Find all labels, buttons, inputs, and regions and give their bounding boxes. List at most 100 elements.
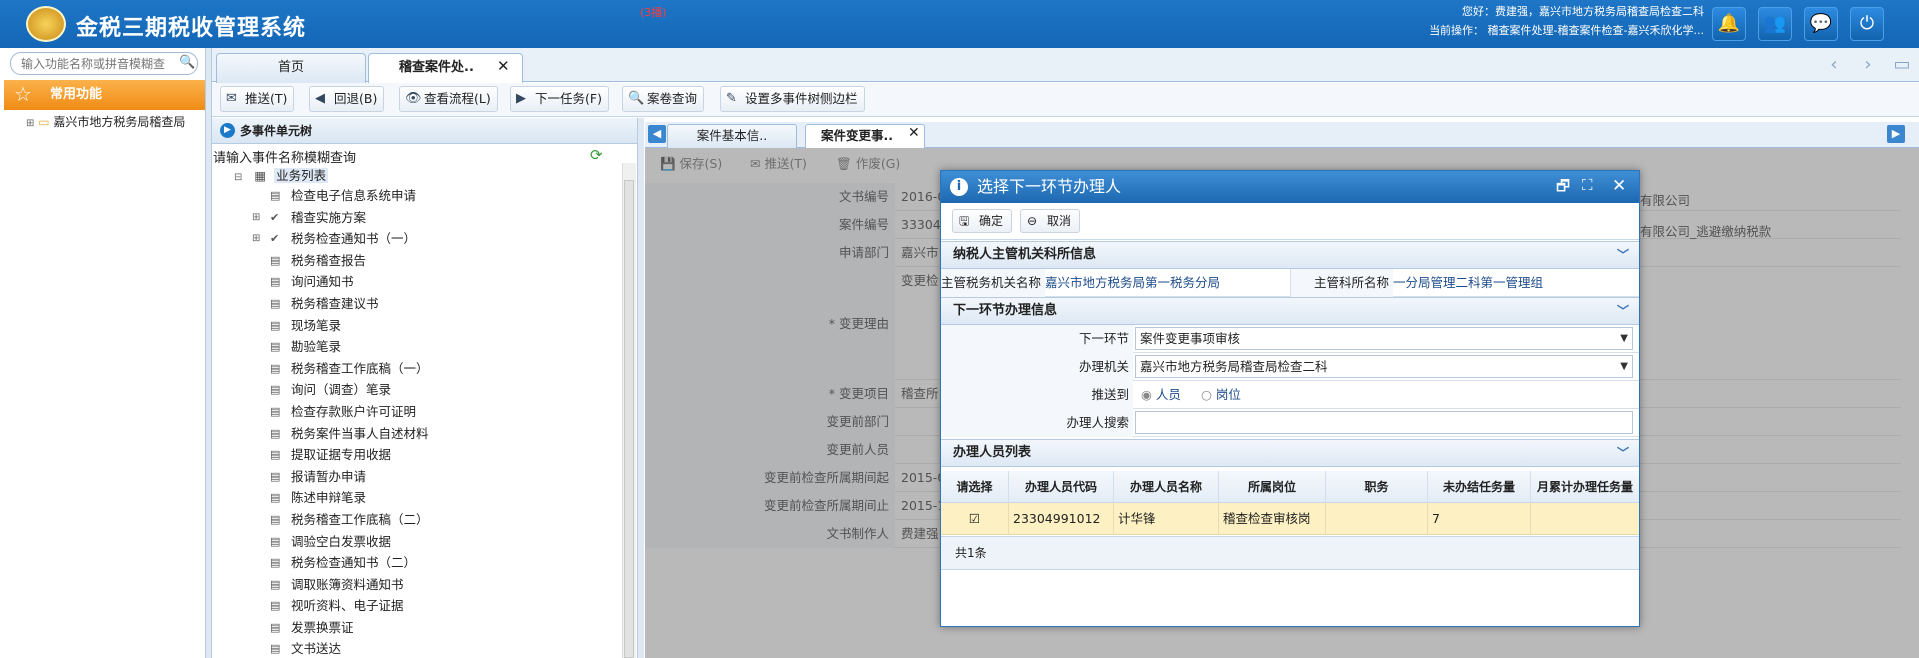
tree-item[interactable]: ▤ 检查电子信息系统申请 [236, 185, 606, 207]
tree-item-label: 报请暂办申请 [291, 468, 367, 484]
chevron-down-icon[interactable]: ﹀ [1617, 298, 1629, 324]
sub-tab-prev-icon[interactable]: ◀ [648, 125, 666, 143]
confirm-button[interactable]: 🖫 确定 [952, 209, 1013, 233]
tab-next-icon[interactable]: › [1856, 54, 1880, 78]
tree-item[interactable]: ▤ 陈述申辩笔录 [236, 487, 606, 509]
current-operation: 当前操作： 稽查案件处理-稽查案件检查-嘉兴禾欣化学... [1429, 24, 1704, 37]
tree-item[interactable]: ⊞ ✔ 稽查实施方案 [236, 207, 606, 229]
sidebar-tree-item[interactable]: ⊞ ▭ 嘉兴市地方税务局稽查局 [26, 113, 185, 130]
push-button[interactable]: ✉ 推送(T) [220, 86, 295, 112]
tree-item[interactable]: ▤ 视听资料、电子证据 [236, 595, 606, 617]
chevron-down-icon[interactable]: ﹀ [1617, 242, 1629, 268]
users-icon[interactable]: 👥 [1758, 7, 1792, 41]
maximize-icon[interactable]: ⛶ [1582, 176, 1593, 194]
tree-item-label: 发票换票证 [291, 619, 354, 635]
tab-home[interactable]: 首页 [216, 53, 366, 83]
restore-icon[interactable]: 🗗 [1556, 176, 1570, 201]
close-icon[interactable]: ✕ [497, 57, 510, 75]
tree-item[interactable]: ▤ 税务稽查报告 [236, 250, 606, 272]
tree-item[interactable]: ▤ 税务稽查建议书 [236, 293, 606, 315]
tab-menu-icon[interactable]: ▭ [1890, 54, 1914, 78]
col-monthly[interactable]: 月累计办理任务量 [1531, 471, 1639, 503]
section-taxpayer-office[interactable]: 纳税人主管机关科所信息 ﹀ [941, 241, 1639, 269]
tab-prev-icon[interactable]: ‹ [1822, 54, 1846, 78]
row-checkbox[interactable]: ☑ [941, 503, 1009, 535]
expand-icon[interactable]: ⊞ [252, 207, 260, 229]
radio-post[interactable]: ○ 岗位 [1201, 381, 1241, 409]
tree-item[interactable]: ▤ 检查存款账户许可证明 [236, 401, 606, 423]
tree-search-hint[interactable]: 请输入事件名称模糊查询 [213, 147, 356, 166]
radio-unchecked-icon[interactable]: ○ [1201, 387, 1212, 402]
tree-item[interactable]: ▤ 税务稽查工作底稿（一） [236, 358, 606, 380]
next-step-select[interactable]: 案件变更事项审核 ▼ [1135, 327, 1633, 350]
tree-item[interactable]: ▤ 勘验笔录 [236, 336, 606, 358]
tree-item[interactable]: ▤ 报请暂办申请 [236, 466, 606, 488]
tree-item-label: 现场笔录 [291, 317, 342, 333]
function-search-box[interactable]: 🔍 [10, 52, 198, 75]
power-icon[interactable]: ⏻ [1850, 7, 1884, 41]
view-flow-button[interactable]: 👁 查看流程(L) [399, 86, 498, 112]
tree-item[interactable]: ▤ 调验空白发票收据 [236, 531, 606, 553]
col-select[interactable]: 请选择 [941, 471, 1009, 503]
tree-item[interactable]: ▤ 税务稽查工作底稿（二） [236, 509, 606, 531]
col-pending[interactable]: 未办结任务量 [1428, 471, 1531, 503]
row-code: 23304991012 [1009, 503, 1114, 535]
expand-icon[interactable]: ⊞ [252, 228, 260, 250]
section-handler-list[interactable]: 办理人员列表 ﹀ [941, 439, 1639, 467]
document-icon: ▤ [270, 361, 281, 375]
dropdown-arrow-icon[interactable]: ▼ [1620, 328, 1628, 349]
bell-icon[interactable]: 🔔 [1712, 7, 1746, 41]
push-label: 推送(T) [245, 91, 288, 106]
radio-person-label: 人员 [1155, 387, 1181, 402]
favorites-header[interactable]: 常用功能 [4, 80, 205, 110]
middle-splitter[interactable] [637, 118, 644, 658]
left-splitter[interactable] [205, 48, 212, 658]
tab-case-info[interactable]: 案件基本信.. [667, 124, 797, 148]
tab-case-change[interactable]: 案件变更事.. [805, 124, 925, 148]
col-name[interactable]: 办理人员名称 [1114, 471, 1219, 503]
document-icon: ▤ [270, 491, 281, 505]
tax-office-label: 主管税务机关名称 [941, 269, 1045, 297]
tree-scroll-thumb[interactable] [624, 180, 634, 658]
section-next-step[interactable]: 下一环节办理信息 ﹀ [941, 297, 1639, 325]
tree-item[interactable]: ▤ 提取证据专用收据 [236, 444, 606, 466]
cancel-button[interactable]: ⊖ 取消 [1020, 209, 1081, 233]
document-icon: ▤ [270, 534, 281, 548]
tree-item-label: 税务稽查工作底稿（二） [291, 511, 429, 527]
expand-icon[interactable]: ⊞ [26, 118, 34, 129]
tree-item[interactable]: ▤ 询问通知书 [236, 271, 606, 293]
close-icon[interactable]: ✕ [908, 125, 920, 141]
col-duty[interactable]: 职务 [1326, 471, 1428, 503]
handler-org-select[interactable]: 嘉兴市地方税务局稽查局检查二科 ▼ [1135, 355, 1633, 378]
table-row[interactable]: ☑ 23304991012 计华锋 稽查检查审核岗 7 [941, 503, 1639, 535]
refresh-icon[interactable]: ⟳ [590, 146, 603, 164]
close-icon[interactable]: ✕ [1612, 176, 1626, 196]
tree-item[interactable]: ▤ 调取账簿资料通知书 [236, 574, 606, 596]
chat-icon[interactable]: 💬 [1804, 7, 1838, 41]
collapse-icon[interactable]: ⊟ [234, 172, 242, 183]
tax-office-value: 嘉兴市地方税务局第一税务分局 [1045, 275, 1221, 290]
back-button[interactable]: ◀ 回退(B) [309, 86, 385, 112]
radio-checked-icon[interactable]: ◉ [1141, 387, 1152, 402]
next-task-button[interactable]: ▶ 下一任务(F) [510, 86, 609, 112]
cancel-label: 取消 [1047, 214, 1072, 228]
function-search-input[interactable] [21, 56, 171, 72]
tree-item[interactable]: ▤ 税务检查通知书（二） [236, 552, 606, 574]
tree-sidebar-settings-button[interactable]: ✎ 设置多事件树侧边栏 [720, 86, 865, 112]
chevron-down-icon[interactable]: ﹀ [1617, 440, 1629, 466]
tree-item[interactable]: ▤ 发票换票证 [236, 617, 606, 639]
tree-root[interactable]: ⊟ ▦ 业务列表 [234, 165, 329, 184]
col-post[interactable]: 所属岗位 [1219, 471, 1326, 503]
dropdown-arrow-icon[interactable]: ▼ [1620, 356, 1628, 377]
handler-search-input[interactable] [1135, 411, 1633, 434]
radio-person[interactable]: ◉ 人员 [1141, 381, 1181, 409]
tree-item[interactable]: ▤ 税务案件当事人自述材料 [236, 423, 606, 445]
tree-item[interactable]: ▤ 现场笔录 [236, 315, 606, 337]
tree-item[interactable]: ▤ 询问（调查）笔录 [236, 379, 606, 401]
tree-item[interactable]: ▤ 文书送达 [236, 638, 606, 658]
tree-item[interactable]: ⊞ ✔ 税务检查通知书（一） [236, 228, 606, 250]
col-code[interactable]: 办理人员代码 [1009, 471, 1114, 503]
case-query-button[interactable]: 🔍 案卷查询 [622, 86, 705, 112]
sub-tab-next-icon[interactable]: ▶ [1887, 125, 1905, 143]
search-icon[interactable]: 🔍 [179, 55, 195, 70]
